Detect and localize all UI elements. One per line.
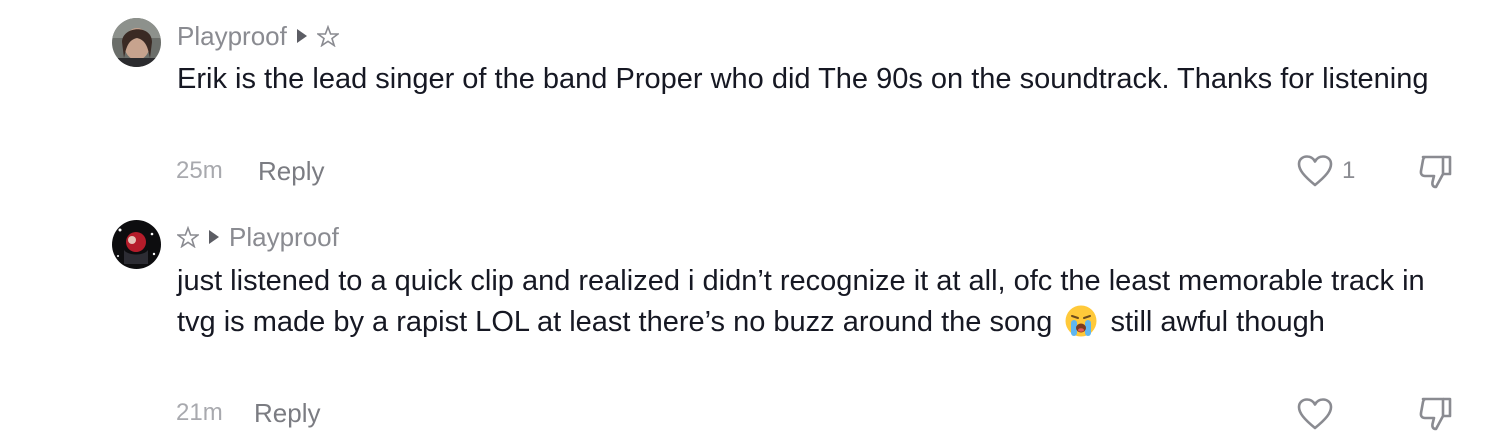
timestamp: 21m (176, 399, 223, 426)
comment-footer: 25m Reply (176, 154, 324, 188)
reply-arrow-icon (296, 29, 307, 43)
avatar-image (112, 220, 161, 269)
loudly-crying-face-emoji (1065, 305, 1097, 337)
comment-1: Playproof Erik is the lead singer of the… (0, 0, 1487, 215)
pentagram-icon (177, 226, 199, 248)
avatar[interactable] (112, 18, 161, 67)
comment-footer: 21m Reply (176, 396, 320, 430)
avatar-image (112, 18, 161, 67)
timestamp: 25m (176, 157, 223, 184)
heart-icon (1297, 155, 1333, 187)
comment-text: Erik is the lead singer of the band Prop… (177, 63, 1429, 95)
thumbs-down-icon (1419, 397, 1452, 431)
reply-arrow-icon (209, 230, 219, 244)
comment-text: just listened to a quick clip and realiz… (177, 261, 1447, 343)
comment-2: Playproof just listened to a quick clip … (0, 215, 1487, 443)
thumbs-down-icon (1419, 155, 1452, 189)
dislike-button[interactable] (1416, 152, 1456, 192)
heart-icon (1297, 398, 1333, 430)
pentagram-icon (316, 25, 339, 47)
comment-header: Playproof (177, 220, 339, 254)
comment-text-part-2: still awful though (1102, 306, 1325, 338)
author-name[interactable]: Playproof (177, 21, 287, 52)
avatar[interactable] (112, 220, 161, 269)
reply-to-name[interactable]: Playproof (229, 222, 339, 253)
comment-header: Playproof (177, 19, 339, 53)
reply-button[interactable]: Reply (254, 398, 320, 429)
like-button[interactable]: 1 (1296, 153, 1355, 189)
like-button[interactable] (1296, 396, 1342, 432)
dislike-button[interactable] (1416, 394, 1456, 434)
like-count: 1 (1342, 157, 1356, 184)
reply-button[interactable]: Reply (258, 156, 324, 187)
